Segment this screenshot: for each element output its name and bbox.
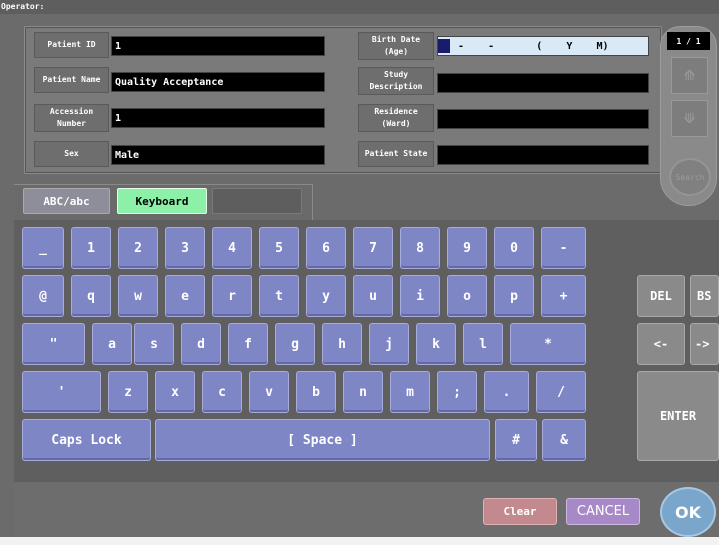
page-indicator: 1 / 1 bbox=[667, 32, 710, 50]
ok-button[interactable]: OK bbox=[660, 487, 716, 537]
double-down-triangle-icon: ⟱ bbox=[683, 110, 696, 127]
key-right-arrow[interactable]: -> bbox=[690, 323, 719, 365]
birth-date-field[interactable]: - - ( Y M) bbox=[437, 36, 649, 56]
key-ampersand[interactable]: & bbox=[542, 419, 586, 461]
key-hash[interactable]: # bbox=[495, 419, 537, 461]
operator-bar: Operator: bbox=[0, 0, 719, 14]
key-plus[interactable]: + bbox=[541, 275, 586, 317]
key-q[interactable]: q bbox=[71, 275, 111, 317]
key-slash[interactable]: / bbox=[536, 371, 586, 413]
key-k[interactable]: k bbox=[416, 323, 456, 365]
key-m[interactable]: m bbox=[390, 371, 430, 413]
key-enter[interactable]: ENTER bbox=[637, 371, 719, 461]
page-down-button[interactable]: ⟱ bbox=[671, 100, 708, 137]
key-space[interactable]: [ Space ] bbox=[155, 419, 490, 461]
text-cursor bbox=[438, 39, 450, 53]
key-a[interactable]: a bbox=[92, 323, 132, 365]
key-0[interactable]: 0 bbox=[494, 227, 534, 269]
key-u[interactable]: u bbox=[353, 275, 393, 317]
key-6[interactable]: 6 bbox=[306, 227, 346, 269]
key-backspace[interactable]: BS bbox=[690, 275, 719, 317]
key-z[interactable]: z bbox=[108, 371, 148, 413]
key-8[interactable]: 8 bbox=[400, 227, 440, 269]
key-s[interactable]: s bbox=[134, 323, 174, 365]
key-b[interactable]: b bbox=[296, 371, 336, 413]
key-l[interactable]: l bbox=[463, 323, 503, 365]
key-f[interactable]: f bbox=[228, 323, 268, 365]
clear-button[interactable]: Clear bbox=[483, 498, 557, 525]
key-left-arrow[interactable]: <- bbox=[637, 323, 685, 365]
patient-id-label: Patient ID bbox=[34, 32, 109, 58]
accession-number-field[interactable]: 1 bbox=[111, 108, 325, 128]
key-at[interactable]: @ bbox=[22, 275, 64, 317]
tab-abc[interactable]: ABC/abc bbox=[23, 188, 110, 214]
key-asterisk[interactable]: * bbox=[510, 323, 586, 365]
key-double-quote[interactable]: " bbox=[22, 323, 85, 365]
key-n[interactable]: n bbox=[343, 371, 383, 413]
key-w[interactable]: w bbox=[118, 275, 158, 317]
key-e[interactable]: e bbox=[165, 275, 205, 317]
key-3[interactable]: 3 bbox=[165, 227, 205, 269]
patient-state-label: Patient State bbox=[358, 141, 434, 167]
tab-empty bbox=[212, 188, 302, 214]
birth-date-label: Birth Date (Age) bbox=[358, 32, 434, 60]
key-minus[interactable]: - bbox=[541, 227, 586, 269]
sex-field[interactable]: Male bbox=[111, 145, 325, 165]
key-c[interactable]: c bbox=[202, 371, 242, 413]
key-v[interactable]: v bbox=[249, 371, 289, 413]
key-period[interactable]: . bbox=[484, 371, 529, 413]
key-x[interactable]: x bbox=[155, 371, 195, 413]
key-9[interactable]: 9 bbox=[447, 227, 487, 269]
key-g[interactable]: g bbox=[275, 323, 315, 365]
key-d[interactable]: d bbox=[181, 323, 221, 365]
study-description-field[interactable] bbox=[437, 73, 649, 93]
tab-keyboard[interactable]: Keyboard bbox=[117, 188, 207, 214]
key-4[interactable]: 4 bbox=[212, 227, 252, 269]
patient-id-field[interactable]: 1 bbox=[111, 36, 325, 56]
double-up-triangle-icon: ⟰ bbox=[683, 67, 696, 84]
cancel-button[interactable]: CANCEL bbox=[566, 498, 640, 525]
key-delete[interactable]: DEL bbox=[637, 275, 685, 317]
key-i[interactable]: i bbox=[400, 275, 440, 317]
accession-number-label: Accession Number bbox=[34, 104, 109, 132]
key-5[interactable]: 5 bbox=[259, 227, 299, 269]
patient-name-label: Patient Name bbox=[34, 67, 109, 93]
page-up-button[interactable]: ⟰ bbox=[671, 57, 708, 94]
study-description-label: Study Description bbox=[358, 67, 434, 95]
bottom-strip bbox=[0, 537, 719, 545]
search-button[interactable]: Search bbox=[669, 158, 711, 196]
sex-label: Sex bbox=[34, 141, 109, 167]
residence-label: Residence (Ward) bbox=[358, 104, 434, 132]
key-j[interactable]: j bbox=[369, 323, 409, 365]
key-o[interactable]: o bbox=[447, 275, 487, 317]
key-apostrophe[interactable]: ' bbox=[22, 371, 101, 413]
key-2[interactable]: 2 bbox=[118, 227, 158, 269]
key-caps-lock[interactable]: Caps Lock bbox=[22, 419, 151, 461]
key-r[interactable]: r bbox=[212, 275, 252, 317]
key-p[interactable]: p bbox=[494, 275, 534, 317]
key-h[interactable]: h bbox=[322, 323, 362, 365]
operator-label: Operator: bbox=[1, 2, 45, 11]
residence-field[interactable] bbox=[437, 109, 649, 129]
key-1[interactable]: 1 bbox=[71, 227, 111, 269]
key-7[interactable]: 7 bbox=[353, 227, 393, 269]
key-underscore[interactable]: _ bbox=[22, 227, 64, 269]
patient-name-field[interactable]: Quality Acceptance bbox=[111, 72, 325, 92]
patient-state-field[interactable] bbox=[437, 145, 649, 165]
key-y[interactable]: y bbox=[306, 275, 346, 317]
key-semicolon[interactable]: ; bbox=[437, 371, 477, 413]
key-t[interactable]: t bbox=[259, 275, 299, 317]
